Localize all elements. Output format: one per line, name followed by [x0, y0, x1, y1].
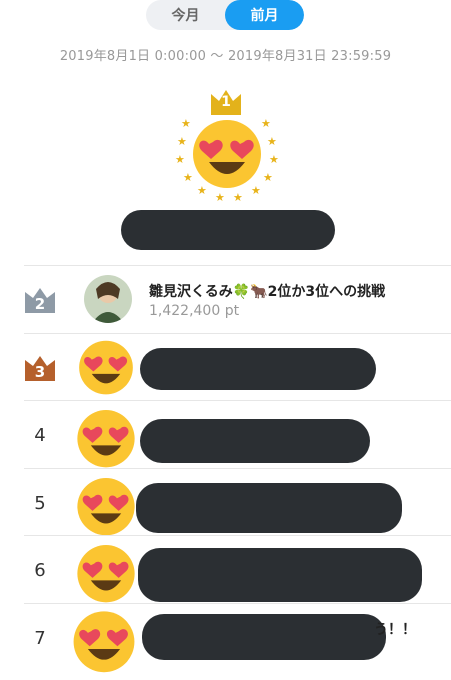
heart-eyes-face-icon: [79, 340, 133, 394]
silver-badge-icon: 2: [24, 286, 56, 314]
redacted-name: [138, 548, 422, 602]
rank-number: 6: [34, 560, 46, 581]
star-icon: ★: [233, 191, 243, 204]
ranking-row[interactable]: 2 雛見沢くるみ🍀🐂2位か3位への挑戦 1,422,400 pt: [24, 265, 451, 333]
redacted-name: [140, 347, 376, 390]
ranking-period: 2019年8月1日 0:00:00 〜 2019年8月31日 23:59:59: [59, 49, 392, 64]
star-icon: ★: [267, 135, 277, 148]
winner-section[interactable]: 1 ★ ★ ★ ★ ★ ★ ★ ★ ★ ★ ★ ★: [171, 88, 281, 208]
ranking-row[interactable]: 5: [24, 467, 451, 536]
star-icon: ★: [181, 117, 191, 130]
redacted-name: [140, 419, 370, 463]
star-icon: ★: [251, 184, 261, 197]
redacted-name: [142, 613, 386, 660]
avatar[interactable]: [84, 275, 132, 323]
winner-rank: 1: [221, 94, 231, 110]
user-name: 雛見沢くるみ🍀🐂2位か3位への挑戦: [149, 284, 386, 300]
star-icon: ★: [263, 171, 273, 184]
winner-name-redacted: [121, 210, 335, 250]
ranking-row[interactable]: 3: [24, 332, 451, 401]
star-icon: ★: [261, 117, 271, 130]
user-name-tail: う！！: [374, 621, 416, 638]
tab-this-month[interactable]: 今月: [146, 0, 225, 30]
rank-number: 4: [34, 425, 46, 446]
month-tabs: 今月 前月: [146, 0, 304, 30]
star-icon: ★: [175, 153, 185, 166]
heart-eyes-face-icon: [77, 410, 135, 468]
heart-eyes-face-icon: [77, 477, 135, 535]
star-icon: ★: [183, 171, 193, 184]
ranking-row[interactable]: 7 う！！: [24, 602, 451, 672]
rank-number: 3: [34, 362, 46, 381]
bronze-badge-icon: 3: [24, 354, 56, 382]
star-icon: ★: [215, 191, 225, 204]
star-icon: ★: [197, 184, 207, 197]
ranking-row[interactable]: 6: [24, 535, 451, 603]
star-icon: ★: [177, 135, 187, 148]
redacted-name: [136, 482, 402, 533]
crown-icon: 1: [210, 88, 242, 116]
rank-number: 2: [34, 295, 46, 313]
rank-number: 7: [34, 627, 46, 649]
heart-eyes-face-icon: [77, 545, 135, 603]
rank-number: 5: [34, 492, 46, 514]
heart-eyes-face-icon: [73, 610, 135, 672]
tab-last-month[interactable]: 前月: [225, 0, 304, 30]
heart-eyes-face-icon: [193, 120, 261, 188]
ranking-row[interactable]: 4: [24, 400, 451, 468]
user-points: 1,422,400 pt: [149, 303, 240, 319]
ranking-list: 2 雛見沢くるみ🍀🐂2位か3位への挑戦 1,422,400 pt 3 4 5 6…: [24, 265, 451, 672]
star-icon: ★: [269, 153, 279, 166]
